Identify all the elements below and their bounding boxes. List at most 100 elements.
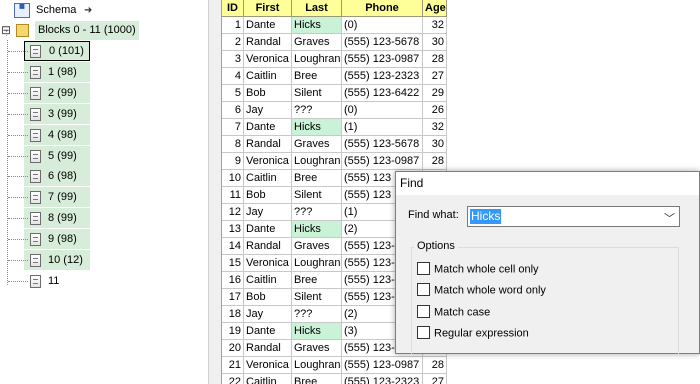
cell-first[interactable]: Jay [244,102,292,119]
cell-last[interactable]: Bree [292,374,342,384]
checkbox-icon[interactable] [417,283,430,297]
tree-item-block[interactable]: 10 (12) [0,250,200,271]
cell-last[interactable]: Loughran [292,51,342,68]
cell-last[interactable]: Graves [292,340,342,357]
cell-last[interactable]: Silent [292,85,342,102]
cell-id[interactable]: 8 [222,136,244,153]
cell-age[interactable]: 27 [423,374,447,384]
cell-phone[interactable]: (555) 123-0987 [342,51,423,68]
cell-id[interactable]: 10 [222,170,244,187]
table-row[interactable]: 6 Jay??? (0) 26 [222,102,700,119]
cell-age[interactable]: 28 [423,153,447,170]
cell-id[interactable]: 7 [222,119,244,136]
table-row[interactable]: 3 Veronica Loughran (555) 123-0987 28 [222,51,700,68]
cell-id[interactable]: 15 [222,255,244,272]
checkbox-icon[interactable] [417,304,430,318]
tree-item-block[interactable]: 7 (99) [0,187,200,208]
cell-first[interactable]: Veronica [244,357,292,374]
table-row[interactable]: 22 Caitlin Bree (555) 123-2323 27 [222,374,700,384]
cell-age[interactable]: 28 [423,357,447,374]
cell-first[interactable]: Bob [244,85,292,102]
cell-id[interactable]: 2 [222,34,244,51]
cell-id[interactable]: 4 [222,68,244,85]
tree-item-block[interactable]: 9 (98) [0,229,200,250]
cell-last[interactable]: Loughran [292,153,342,170]
tree-item-block[interactable]: 4 (98) [0,124,200,146]
cell-first[interactable]: Dante [244,323,292,340]
cell-first[interactable]: Caitlin [244,68,292,85]
cell-first[interactable]: Jay [244,306,292,323]
column-header-phone[interactable]: Phone [342,0,423,17]
checkbox-icon[interactable] [417,325,430,339]
cell-age[interactable]: 30 [423,34,447,51]
cell-last[interactable]: ??? [292,102,342,119]
cell-age[interactable]: 26 [423,102,447,119]
cell-age[interactable]: 29 [423,85,447,102]
cell-id[interactable]: 1 [222,17,244,34]
cell-phone[interactable]: (555) 123-6422 [342,85,423,102]
table-row[interactable]: 2 Randal Graves (555) 123-5678 30 [222,34,700,51]
table-row[interactable]: 5 Bob Silent (555) 123-6422 29 [222,85,700,102]
option-checkbox[interactable]: Match case [417,304,490,320]
cell-first[interactable]: Caitlin [244,170,292,187]
cell-id[interactable]: 12 [222,204,244,221]
cell-phone[interactable]: (1) [342,119,423,136]
cell-last[interactable]: Loughran [292,357,342,374]
tree-item-block[interactable]: 8 (99) [0,208,200,229]
cell-id[interactable]: 13 [222,221,244,238]
cell-last[interactable]: ??? [292,204,342,221]
cell-first[interactable]: Randal [244,136,292,153]
cell-last[interactable]: Graves [292,238,342,255]
cell-age[interactable]: 27 [423,68,447,85]
cell-id[interactable]: 20 [222,340,244,357]
cell-phone[interactable]: (555) 123-5678 [342,136,423,153]
column-header-first[interactable]: First [244,0,292,17]
table-row[interactable]: 1 Dante Hicks (0) 32 [222,17,700,34]
tree-item-block[interactable]: 1 (98) [0,61,200,83]
cell-id[interactable]: 6 [222,102,244,119]
column-header-id[interactable]: ID [222,0,244,17]
cell-phone[interactable]: (555) 123-5678 [342,34,423,51]
cell-id[interactable]: 14 [222,238,244,255]
cell-last[interactable]: Bree [292,68,342,85]
cell-age[interactable]: 32 [423,119,447,136]
cell-first[interactable]: Dante [244,17,292,34]
find-what-combobox[interactable]: Hicks ﹀ [467,206,680,227]
table-row[interactable]: 21 Veronica Loughran (555) 123-0987 28 [222,357,700,374]
cell-last[interactable]: Hicks [292,221,342,238]
cell-first[interactable]: Randal [244,340,292,357]
cell-last[interactable]: Graves [292,34,342,51]
checkbox-icon[interactable] [417,262,430,275]
cell-id[interactable]: 21 [222,357,244,374]
table-row[interactable]: 8 Randal Graves (555) 123-5678 30 [222,136,700,153]
column-header-age[interactable]: Age [423,0,447,17]
collapse-toggle-icon[interactable]: ⊟ [1,20,11,41]
cell-last[interactable]: Loughran [292,255,342,272]
option-label[interactable]: Match whole word only [434,285,546,297]
cell-id[interactable]: 18 [222,306,244,323]
cell-id[interactable]: 16 [222,272,244,289]
column-header-last[interactable]: Last [292,0,342,17]
cell-id[interactable]: 19 [222,323,244,340]
cell-last[interactable]: Hicks [292,17,342,34]
cell-id[interactable]: 17 [222,289,244,306]
tree-item-block[interactable]: 2 (99) [0,82,200,104]
cell-id[interactable]: 22 [222,374,244,384]
tree-item-block[interactable]: 11 [0,271,200,292]
cell-first[interactable]: Bob [244,187,292,204]
cell-first[interactable]: Veronica [244,255,292,272]
table-row[interactable]: 7 Dante Hicks (1) 32 [222,119,700,136]
cell-first[interactable]: Veronica [244,51,292,68]
splitter[interactable] [208,0,222,384]
table-row[interactable]: 9 Veronica Loughran (555) 123-0987 28 [222,153,700,170]
tree-item-block[interactable]: 5 (99) [0,145,200,167]
cell-first[interactable]: Dante [244,119,292,136]
cell-phone[interactable]: (555) 123-0987 [342,357,423,374]
find-what-value[interactable]: Hicks [470,209,502,224]
cell-last[interactable]: ??? [292,306,342,323]
cell-last[interactable]: Graves [292,136,342,153]
cell-first[interactable]: Dante [244,221,292,238]
cell-phone[interactable]: (0) [342,102,423,119]
cell-phone[interactable]: (0) [342,17,423,34]
cell-first[interactable]: Bob [244,289,292,306]
